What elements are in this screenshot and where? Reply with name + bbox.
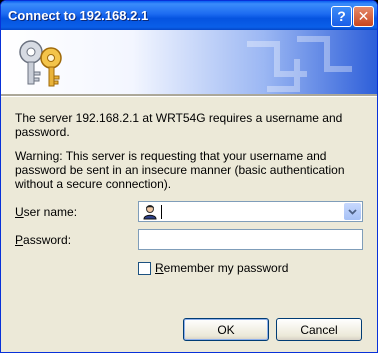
username-accel: U — [15, 205, 24, 219]
keys-icon — [19, 40, 62, 87]
banner — [1, 30, 377, 94]
username-dropdown-button[interactable] — [344, 203, 361, 220]
help-button[interactable]: ? — [331, 6, 352, 27]
password-accel: P — [15, 233, 24, 247]
banner-decoration — [247, 36, 352, 92]
banner-separator — [1, 94, 377, 97]
chevron-down-icon — [348, 208, 357, 215]
password-label-text: assword: — [23, 233, 72, 247]
user-icon — [143, 205, 157, 220]
close-button[interactable]: ✕ — [353, 6, 374, 27]
cancel-button[interactable]: Cancel — [276, 318, 362, 341]
password-field[interactable] — [138, 229, 363, 250]
username-field[interactable] — [138, 201, 363, 222]
remember-password-option[interactable]: Remember my password — [138, 261, 288, 275]
remember-password-label: Remember my password — [155, 261, 288, 275]
remember-password-checkbox[interactable] — [138, 261, 151, 275]
server-message: The server 192.168.2.1 at WRT54G require… — [15, 111, 343, 139]
security-warning: Warning: This server is requesting that … — [15, 149, 345, 191]
password-label: Password: — [15, 233, 71, 247]
username-label-text: ser name: — [23, 205, 78, 219]
title-bar[interactable]: Connect to 192.168.2.1 ? ✕ — [1, 1, 377, 30]
window-title: Connect to 192.168.2.1 — [8, 8, 149, 23]
remember-accel: R — [155, 261, 164, 275]
dialog-window: Connect to 192.168.2.1 ? ✕ The server 19… — [0, 0, 378, 353]
username-label: User name: — [15, 205, 77, 219]
ok-button[interactable]: OK — [183, 318, 269, 341]
text-cursor — [161, 205, 162, 219]
remember-label-text: emember my password — [163, 261, 289, 275]
